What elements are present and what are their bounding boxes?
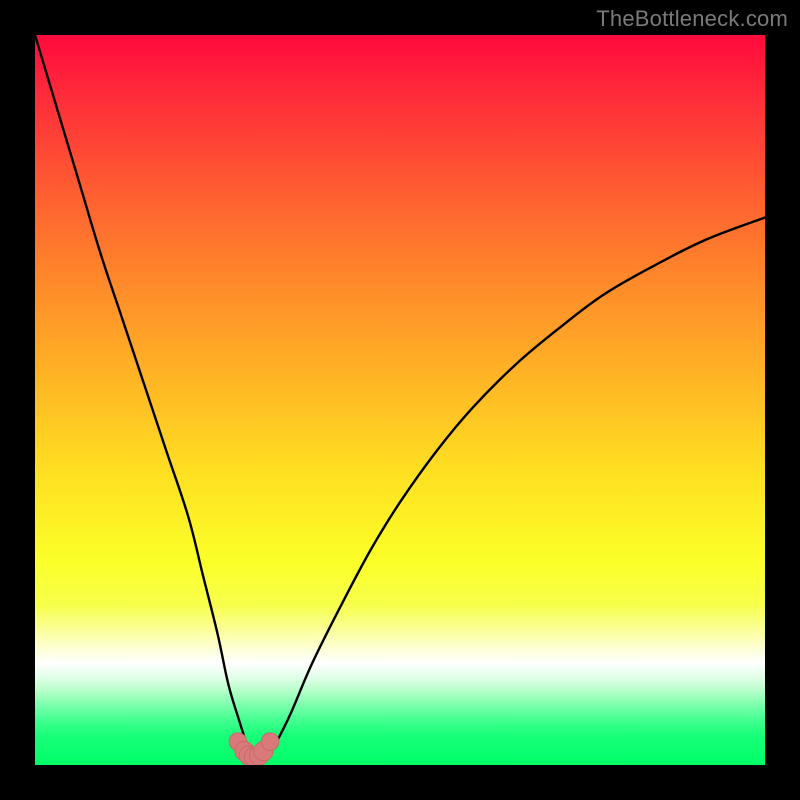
chart-frame: TheBottleneck.com — [0, 0, 800, 800]
marker-dot — [261, 733, 279, 751]
bottleneck-curve-svg — [35, 35, 765, 765]
plot-area — [35, 35, 765, 765]
bottom-marker-dots — [229, 733, 279, 765]
bottleneck-curve — [35, 35, 765, 757]
watermark-text: TheBottleneck.com — [596, 6, 788, 32]
